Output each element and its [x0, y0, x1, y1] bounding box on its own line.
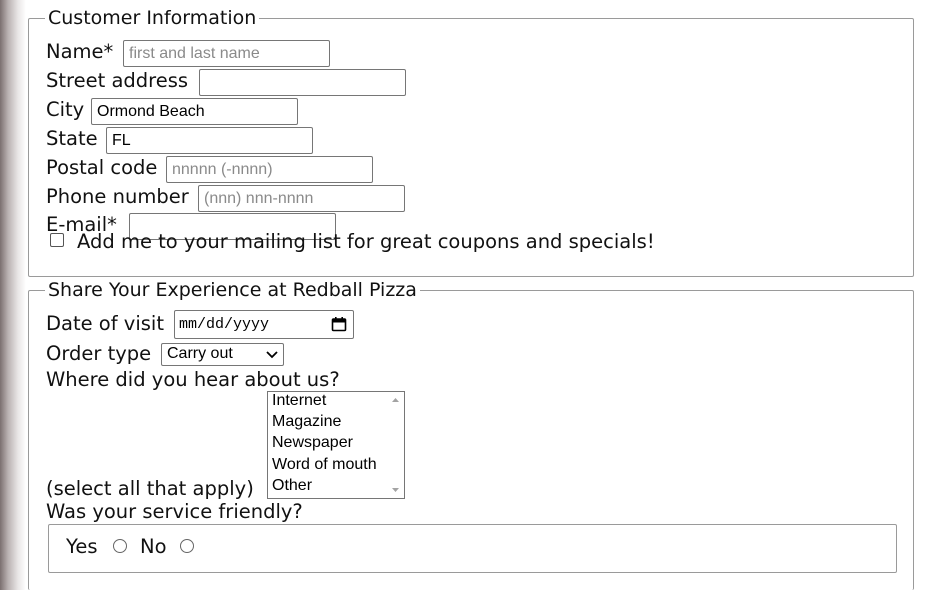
phone-number-input[interactable] [198, 185, 405, 212]
state-input[interactable] [106, 127, 313, 154]
order-type-value: Carry out [167, 345, 233, 362]
chevron-down-icon [266, 351, 278, 359]
street-address-label: Street address [46, 69, 189, 92]
phone-number-label: Phone number [46, 185, 189, 208]
hear-about-listbox[interactable]: Internet Magazine Newspaper Word of mout… [267, 391, 405, 499]
city-label: City [46, 98, 85, 121]
order-type-label: Order type [46, 342, 152, 365]
list-item[interactable]: Word of mouth [272, 455, 377, 475]
radio-yes[interactable] [113, 539, 127, 553]
list-item[interactable]: Newspaper [272, 433, 353, 453]
city-input[interactable] [91, 98, 298, 125]
listbox-scrollbar[interactable] [387, 392, 404, 498]
experience-fieldset: Share Your Experience at Redball Pizza D… [28, 280, 914, 590]
select-all-hint: (select all that apply) [46, 477, 254, 500]
friendly-radio-group: Yes No [48, 524, 897, 573]
postal-code-input[interactable] [166, 156, 373, 183]
list-item[interactable]: Magazine [272, 412, 341, 432]
customer-info-legend: Customer Information [45, 8, 260, 29]
name-label: Name* [46, 40, 114, 63]
friendly-label: Was your service friendly? [46, 500, 303, 523]
hear-about-label: Where did you hear about us? [46, 368, 340, 391]
date-of-visit-input[interactable]: mm/dd/yyyy [174, 310, 354, 339]
state-label: State [46, 127, 98, 150]
calendar-icon[interactable] [331, 316, 347, 332]
postal-code-label: Postal code [46, 156, 158, 179]
date-placeholder: mm/dd/yyyy [179, 316, 270, 333]
customer-info-fieldset: Customer Information Name* Street addres… [28, 8, 914, 277]
mailing-list-checkbox[interactable] [50, 233, 64, 247]
street-address-input[interactable] [199, 69, 406, 96]
radio-no[interactable] [180, 539, 194, 553]
experience-legend: Share Your Experience at Redball Pizza [45, 280, 420, 301]
mailing-list-label: Add me to your mailing list for great co… [77, 230, 655, 253]
list-item[interactable]: Internet [272, 392, 326, 411]
name-input[interactable] [123, 40, 330, 67]
order-type-select[interactable]: Carry out [161, 343, 284, 366]
scroll-up-icon[interactable] [387, 392, 404, 409]
list-item[interactable]: Other [272, 476, 312, 496]
scroll-down-icon[interactable] [387, 481, 404, 498]
radio-no-label: No [140, 535, 167, 558]
radio-yes-label: Yes [66, 535, 98, 558]
date-of-visit-label: Date of visit [46, 312, 164, 335]
